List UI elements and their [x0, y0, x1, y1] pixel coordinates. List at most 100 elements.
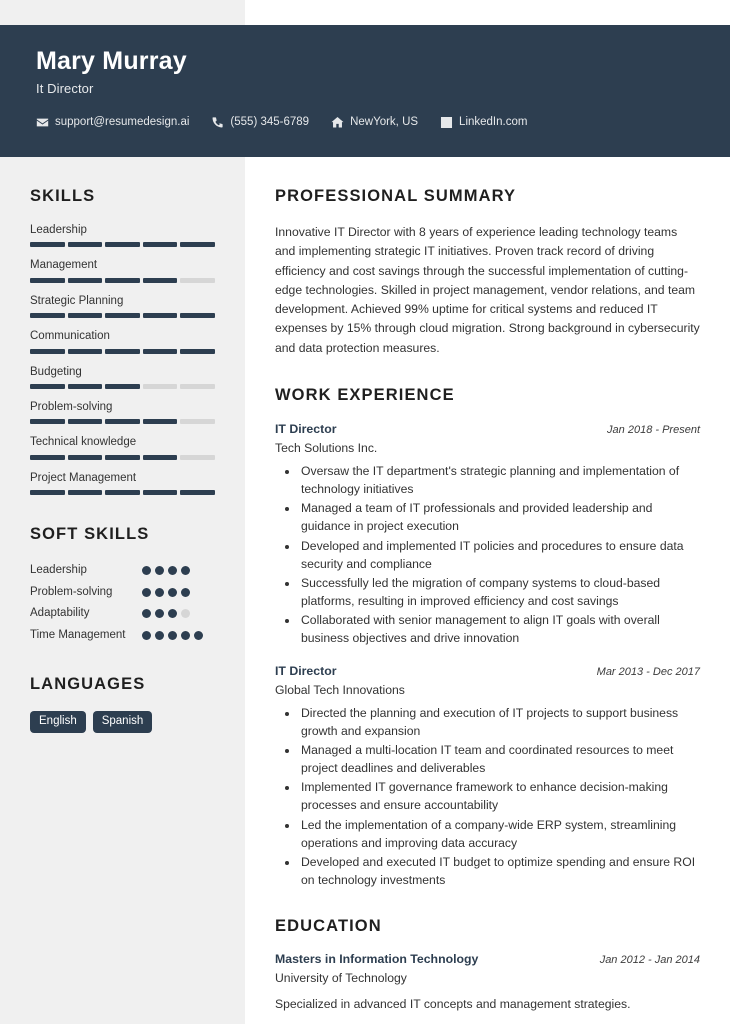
soft-skill-rating: [142, 583, 204, 597]
skill-item: Problem-solving: [30, 400, 215, 425]
soft-skill-item: Problem-solving: [30, 583, 215, 602]
education-entry-header: Masters in Information Technology Jan 201…: [275, 952, 700, 968]
skill-bar-segment: [180, 419, 215, 425]
contact-item[interactable]: LinkedIn.com: [440, 116, 527, 129]
education-heading: EDUCATION: [275, 916, 382, 935]
experience-entry-header: IT Director Jan 2018 - Present: [275, 422, 700, 438]
experience-bullet: Collaborated with senior management to a…: [299, 611, 700, 647]
contact-item[interactable]: support@resumedesign.ai: [36, 116, 189, 129]
soft-skill-label: Adaptability: [30, 607, 90, 620]
soft-skill-label: Leadership: [30, 564, 87, 576]
experience-bullet: Developed and executed IT budget to opti…: [299, 853, 700, 889]
skill-bar-segment: [30, 242, 65, 248]
skill-bar-segment: [67, 419, 103, 425]
skill-name: Leadership: [30, 224, 87, 236]
skill-bar-segment: [180, 313, 215, 319]
skill-bar-segment: [142, 242, 178, 248]
experience-bullet: Oversaw the IT department's strategic pl…: [299, 462, 700, 498]
experience-job-title: IT Director: [275, 663, 337, 678]
languages-heading: LANGUAGES: [30, 674, 146, 693]
skill-bar-segment: [180, 277, 215, 283]
experience-bullet: Implemented IT governance framework to e…: [299, 778, 700, 814]
education-degree: Masters in Information Technology: [275, 951, 479, 966]
experience-bullet: Managed a team of IT professionals and p…: [299, 499, 700, 535]
experience-entry-header: IT Director Mar 2013 - Dec 2017: [275, 664, 700, 680]
skill-bar-segment: [30, 277, 65, 283]
rating-dot: [194, 630, 203, 640]
skill-bar-segment: [67, 348, 103, 354]
rating-dot: [181, 630, 190, 640]
experience-bullet-list: Directed the planning and execution of I…: [275, 704, 700, 888]
skill-bar-segment: [105, 383, 140, 389]
experience-entry: IT Director Jan 2018 - Present Tech Soluti…: [275, 422, 700, 647]
skill-item: Communication: [30, 329, 215, 354]
skill-bar-segment: [142, 454, 178, 460]
rating-dot: [181, 587, 190, 597]
skill-level-bar: [30, 277, 215, 283]
professional-summary-heading: PROFESSIONAL SUMMARY: [275, 187, 517, 205]
contact-item[interactable]: (555) 345-6789: [211, 116, 309, 129]
skill-bar-segment: [30, 383, 65, 389]
skill-level-bar: [30, 242, 215, 248]
main-content: PROFESSIONAL SUMMARY Innovative IT Direc…: [245, 157, 730, 1024]
rating-dot: [168, 630, 177, 640]
skill-bar-segment: [180, 242, 215, 248]
skill-bar-segment: [180, 348, 215, 354]
skill-bar-segment: [142, 490, 178, 495]
languages-list: English Spanish: [30, 710, 215, 734]
contact-text: NewYork, US: [350, 116, 419, 129]
skill-name: Problem-solving: [30, 400, 113, 413]
skill-bar-segment: [180, 490, 215, 495]
experience-bullet-list: Oversaw the IT department's strategic pl…: [275, 462, 700, 646]
sidebar: SKILLS Leadership Management Strategic Pla…: [0, 157, 245, 734]
skill-bar-segment: [67, 277, 103, 283]
skill-level-bar: [30, 383, 215, 389]
skill-bar-segment: [67, 383, 103, 389]
experience-job-title: IT Director: [275, 421, 337, 436]
skill-bar-segment: [142, 348, 178, 354]
rating-dot: [168, 566, 177, 575]
professional-summary-text: Innovative IT Director with 8 years of e…: [275, 225, 700, 355]
contact-text: support@resumedesign.ai: [55, 116, 190, 129]
resume-page: Mary Murray It Director support@resumede…: [0, 0, 730, 1024]
education-entry: Masters in Information Technology Jan 201…: [275, 952, 700, 1014]
skill-bar-segment: [105, 313, 140, 319]
skill-name: Technical knowledge: [30, 436, 137, 449]
rating-dot: [155, 587, 164, 597]
soft-skill-rating: [142, 626, 204, 640]
skill-bar-segment: [30, 419, 65, 425]
experience-bullet: Developed and implemented IT policies an…: [299, 537, 700, 573]
soft-skill-item: Leadership: [30, 561, 215, 580]
skills-list: Leadership Management Strategic Planning Co…: [30, 223, 215, 495]
rating-dot: [142, 630, 151, 640]
skill-level-bar: [30, 313, 215, 319]
skill-bar-segment: [105, 454, 140, 460]
skill-item: Budgeting: [30, 365, 215, 389]
resume-header: Mary Murray It Director support@resumede…: [0, 25, 730, 157]
soft-skills-heading: SOFT SKILLS: [30, 525, 150, 543]
soft-skill-item: Time Management: [30, 626, 215, 645]
skill-bar-segment: [67, 490, 103, 495]
skill-bar-segment: [180, 454, 215, 460]
skill-bar-segment: [67, 242, 103, 248]
experience-company: Global Tech Innovations: [275, 682, 405, 697]
work-experience-list: IT Director Jan 2018 - Present Tech Soluti…: [275, 422, 700, 889]
rating-dot: [155, 609, 164, 619]
soft-skills-list: Leadership Problem-solving Adaptability Tim…: [30, 561, 215, 645]
language-badge: English: [30, 710, 86, 734]
soft-skill-rating: [142, 604, 204, 619]
skill-bar-segment: [180, 383, 215, 389]
work-experience-heading: WORK EXPERIENCE: [275, 385, 455, 404]
skill-item: Leadership: [30, 223, 215, 248]
page-title: Mary Murray: [36, 47, 187, 75]
skill-level-bar: [30, 454, 215, 460]
education-date-range: Jan 2012 - Jan 2014: [599, 953, 700, 966]
skill-name: Management: [30, 259, 98, 272]
skill-bar-segment: [142, 277, 178, 283]
skill-bar-segment: [30, 313, 65, 319]
rating-dot: [181, 566, 190, 575]
rating-dot: [155, 566, 164, 575]
skill-item: Strategic Planning: [30, 294, 215, 319]
rating-dot: [142, 609, 151, 619]
contact-item[interactable]: NewYork, US: [331, 116, 418, 129]
